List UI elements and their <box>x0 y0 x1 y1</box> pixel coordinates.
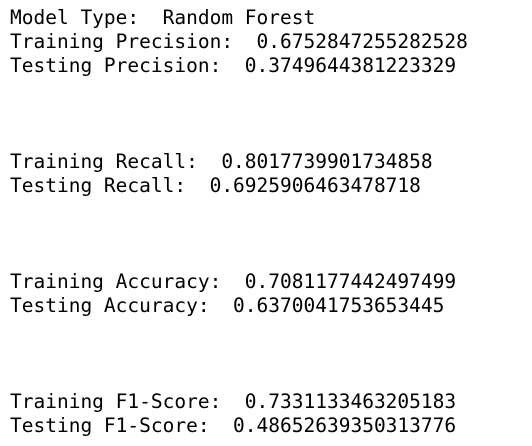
testing-accuracy-line: Testing Accuracy: 0.6370041753653445 <box>10 294 445 317</box>
training-f1-line: Training F1-Score: 0.7331133463205183 <box>10 390 457 413</box>
training-accuracy-line: Training Accuracy: 0.7081177442497499 <box>10 270 457 293</box>
training-precision-line: Training Precision: 0.6752847255282528 <box>10 30 468 53</box>
testing-f1-line: Testing F1-Score: 0.48652639350313776 <box>10 414 457 437</box>
training-recall-line: Training Recall: 0.8017739901734858 <box>10 150 433 173</box>
console-output: Model Type: Random Forest Training Preci… <box>0 0 532 446</box>
model-type-line: Model Type: Random Forest <box>10 6 316 29</box>
testing-precision-line: Testing Precision: 0.3749644381223329 <box>10 54 457 77</box>
testing-recall-line: Testing Recall: 0.6925906463478718 <box>10 174 421 197</box>
